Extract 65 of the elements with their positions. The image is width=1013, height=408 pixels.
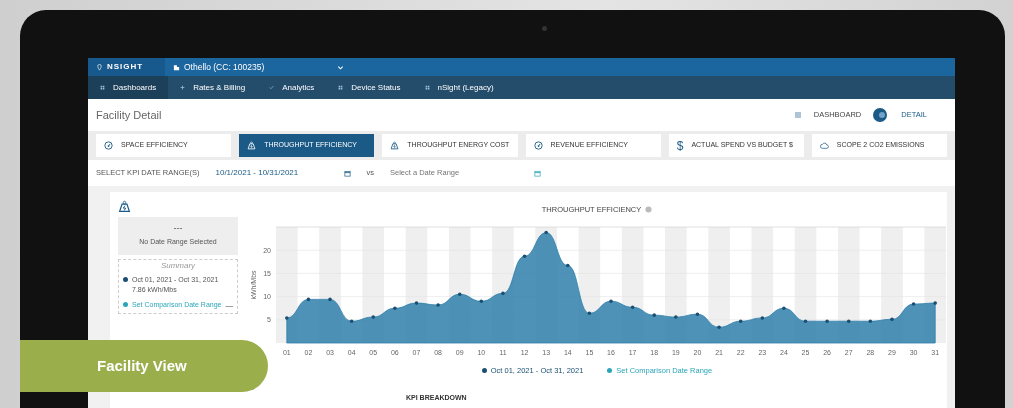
data-point	[911, 302, 916, 307]
camera-dot	[542, 26, 547, 31]
gauge-icon	[533, 141, 543, 150]
check-icon	[269, 85, 275, 90]
data-point	[349, 319, 354, 324]
toggle-knob	[879, 112, 886, 118]
data-point	[868, 319, 873, 324]
data-point	[479, 299, 484, 304]
data-point	[717, 325, 721, 330]
data-point	[285, 316, 289, 320]
data-point	[522, 254, 527, 259]
data-point	[544, 231, 548, 235]
info-icon	[645, 206, 653, 214]
cloud-icon	[819, 141, 829, 150]
grid-icon	[424, 85, 430, 90]
nav-tab[interactable]: nSight (Legacy)	[412, 76, 506, 99]
building-icon	[173, 63, 180, 71]
data-point	[782, 306, 786, 311]
data-point	[695, 312, 700, 317]
summary-title: Summary	[159, 262, 197, 271]
pin-icon	[96, 63, 103, 71]
weight-icon	[118, 200, 131, 213]
calendar-icon	[534, 169, 541, 177]
weight-icon	[247, 141, 257, 150]
calendar-icon	[343, 169, 351, 177]
grid-icon	[100, 85, 105, 90]
data-point	[760, 316, 765, 320]
facility-name: Othello (CC: 100235)	[184, 60, 265, 74]
data-point	[457, 292, 462, 297]
dash-text: ---	[173, 224, 183, 234]
data-point	[328, 297, 332, 302]
data-point	[393, 306, 397, 311]
data-point	[890, 317, 894, 322]
nav-tab[interactable]: Analytics	[257, 76, 327, 99]
legend-dot	[481, 368, 487, 374]
data-point	[846, 319, 851, 324]
data-point	[501, 291, 505, 296]
data-point	[371, 315, 376, 320]
chevron-down-icon	[336, 63, 344, 71]
date-range-value[interactable]: 10/1/2021 - 10/31/2021	[215, 167, 299, 179]
data-point	[652, 313, 657, 318]
data-point	[630, 305, 635, 310]
grid-icon	[338, 85, 344, 90]
view-toggle-switch[interactable]	[873, 108, 888, 122]
plus-icon	[180, 85, 186, 90]
nav-tab[interactable]: Device Status	[326, 76, 413, 99]
dollar-icon: $	[676, 136, 684, 155]
page-title: Facility Detail	[96, 107, 162, 123]
data-point	[414, 301, 419, 306]
brand-name: NSIGHT	[107, 61, 144, 73]
data-point	[609, 299, 613, 304]
data-point	[933, 301, 937, 306]
data-point	[306, 297, 311, 302]
data-point	[674, 315, 678, 320]
data-point	[565, 263, 570, 268]
data-point	[825, 319, 829, 324]
nav-tab[interactable]: Rates & Billing	[168, 76, 258, 99]
data-point	[587, 311, 592, 316]
gauge-icon	[104, 141, 113, 150]
nav-tab[interactable]: Dashboards	[88, 76, 169, 99]
data-point	[738, 319, 743, 324]
data-point	[436, 303, 440, 307]
facility-view-banner: Facility View	[20, 340, 268, 392]
weight-icon	[390, 141, 400, 150]
data-point	[803, 319, 808, 324]
